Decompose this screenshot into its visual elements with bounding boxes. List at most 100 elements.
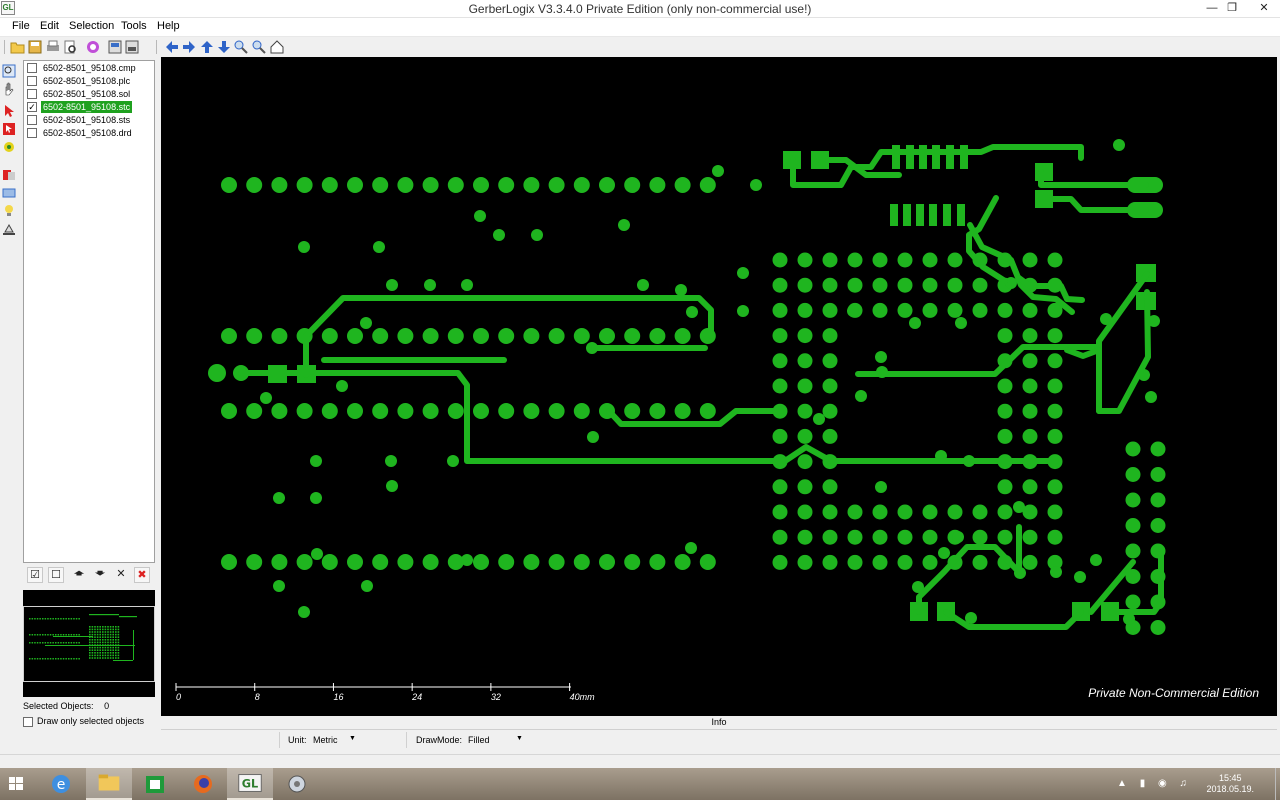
overview-mark (102, 628, 104, 631)
lightbulb-icon[interactable] (2, 204, 16, 218)
drawmode-dropdown-arrow-icon[interactable]: ▼ (516, 735, 523, 742)
overview-mark (115, 646, 117, 649)
color-icon[interactable] (85, 39, 101, 55)
pcb-pad (922, 277, 938, 293)
show-desktop-button[interactable] (1275, 768, 1280, 800)
pointer-icon[interactable] (2, 104, 16, 118)
menu-selection[interactable]: Selection (69, 20, 114, 32)
pan-up-icon[interactable] (199, 39, 215, 55)
draw-only-checkbox[interactable] (23, 717, 33, 727)
overview-mark (102, 626, 104, 628)
select-window-icon[interactable] (2, 64, 16, 78)
overview-mark (36, 618, 39, 620)
pcb-pad (797, 353, 813, 369)
import-icon[interactable] (107, 39, 123, 55)
remove-all-icon[interactable]: ✖ (134, 567, 150, 583)
internet-explorer-icon[interactable]: e (38, 768, 84, 800)
overview-mark (89, 628, 91, 631)
pcb-pad (1125, 441, 1141, 457)
layer-checkbox[interactable] (27, 115, 37, 125)
svg-text:e: e (57, 777, 66, 793)
overview-mark (39, 642, 41, 644)
overview-mark (75, 634, 78, 636)
overview-mark (102, 639, 104, 641)
layer-checkbox[interactable] (27, 63, 37, 73)
layer-checkbox[interactable]: ✓ (27, 102, 37, 112)
print-preview-icon[interactable] (62, 39, 78, 55)
firefox-icon[interactable] (180, 768, 226, 800)
gerberlogix-icon[interactable]: GL (227, 768, 273, 800)
highlight-icon[interactable] (2, 140, 16, 154)
pan-left-icon[interactable] (164, 39, 180, 55)
overview-mark (96, 657, 99, 659)
pcb-pad (772, 479, 788, 495)
export-icon[interactable] (124, 39, 140, 55)
overview-mark (102, 646, 104, 649)
overview-mark (47, 618, 49, 620)
pcb-pad (897, 504, 913, 520)
hand-pan-icon[interactable] (2, 82, 16, 96)
pcb-pad (321, 328, 338, 344)
overview-mark (31, 642, 34, 644)
scale-label: 40mm (570, 692, 596, 702)
pcb-pad (822, 504, 838, 520)
menu-edit[interactable]: Edit (40, 20, 59, 32)
move-up-icon[interactable]: 🡁 (71, 567, 87, 583)
clock[interactable]: 15:45 2018.05.19. (1206, 773, 1254, 795)
pcb-pad (772, 428, 788, 444)
ruler-icon[interactable] (2, 222, 16, 236)
layer-checkbox[interactable] (27, 76, 37, 86)
zoom-out-icon[interactable] (251, 39, 267, 55)
overview-mark (73, 642, 75, 644)
unit-select[interactable]: Metric (313, 735, 338, 745)
overview-mark (112, 631, 114, 633)
close-button[interactable]: ✕ (1254, 0, 1274, 17)
unit-dropdown-arrow-icon[interactable]: ▼ (349, 735, 356, 742)
minimize-button[interactable]: — (1202, 0, 1222, 17)
file-explorer-icon[interactable] (86, 768, 132, 800)
overview-mark (99, 657, 101, 659)
drawmode-select[interactable]: Filled (468, 735, 490, 745)
overview-mark (34, 634, 36, 636)
home-icon[interactable] (269, 39, 285, 55)
menu-tools[interactable]: Tools (121, 20, 147, 32)
overview-mark (96, 628, 99, 631)
layer-checkbox[interactable] (27, 128, 37, 138)
pcb-pad (336, 380, 348, 392)
settings-icon[interactable] (274, 768, 320, 800)
overview-mark (75, 658, 78, 660)
menu-help[interactable]: Help (157, 20, 180, 32)
tray-icons[interactable]: ▲ ▮ ◉ ♫ (1117, 778, 1192, 789)
pcb-pad (386, 480, 398, 492)
save-icon[interactable] (27, 39, 43, 55)
check-all-icon[interactable]: ☑ (27, 567, 43, 583)
uncheck-all-icon[interactable]: ☐ (48, 567, 64, 583)
pcb-pad (1050, 566, 1062, 578)
overview-mark (31, 634, 34, 636)
overview-map[interactable] (23, 590, 155, 697)
zoom-in-icon[interactable] (233, 39, 249, 55)
pcb-pad (997, 529, 1013, 545)
pan-right-icon[interactable] (181, 39, 197, 55)
store-icon[interactable] (132, 768, 178, 800)
overview-mark (96, 626, 99, 628)
remove-icon[interactable]: ✕ (113, 567, 129, 583)
pcb-pad (1022, 378, 1038, 394)
restore-button[interactable]: ❐ (1222, 0, 1242, 17)
pan-down-icon[interactable] (216, 39, 232, 55)
print-icon[interactable] (45, 39, 61, 55)
pcb-pad (872, 302, 888, 318)
layer-view-icon[interactable] (2, 186, 16, 200)
open-icon[interactable] (10, 39, 26, 55)
select-area-icon[interactable] (2, 122, 16, 136)
unit-label: Unit: (288, 735, 307, 745)
layer-checkbox[interactable] (27, 89, 37, 99)
move-down-icon[interactable]: 🡃 (92, 567, 108, 583)
pcb-canvas[interactable]: 0 8 16 24 32 40mm Private Non-Commercial Edit… (161, 57, 1277, 716)
overview-mark (42, 634, 44, 636)
overview-mark (102, 652, 104, 654)
measure-icon[interactable] (2, 168, 16, 182)
overview-mark (91, 628, 94, 631)
pcb-pad (952, 531, 964, 543)
menu-file[interactable]: File (12, 20, 30, 32)
